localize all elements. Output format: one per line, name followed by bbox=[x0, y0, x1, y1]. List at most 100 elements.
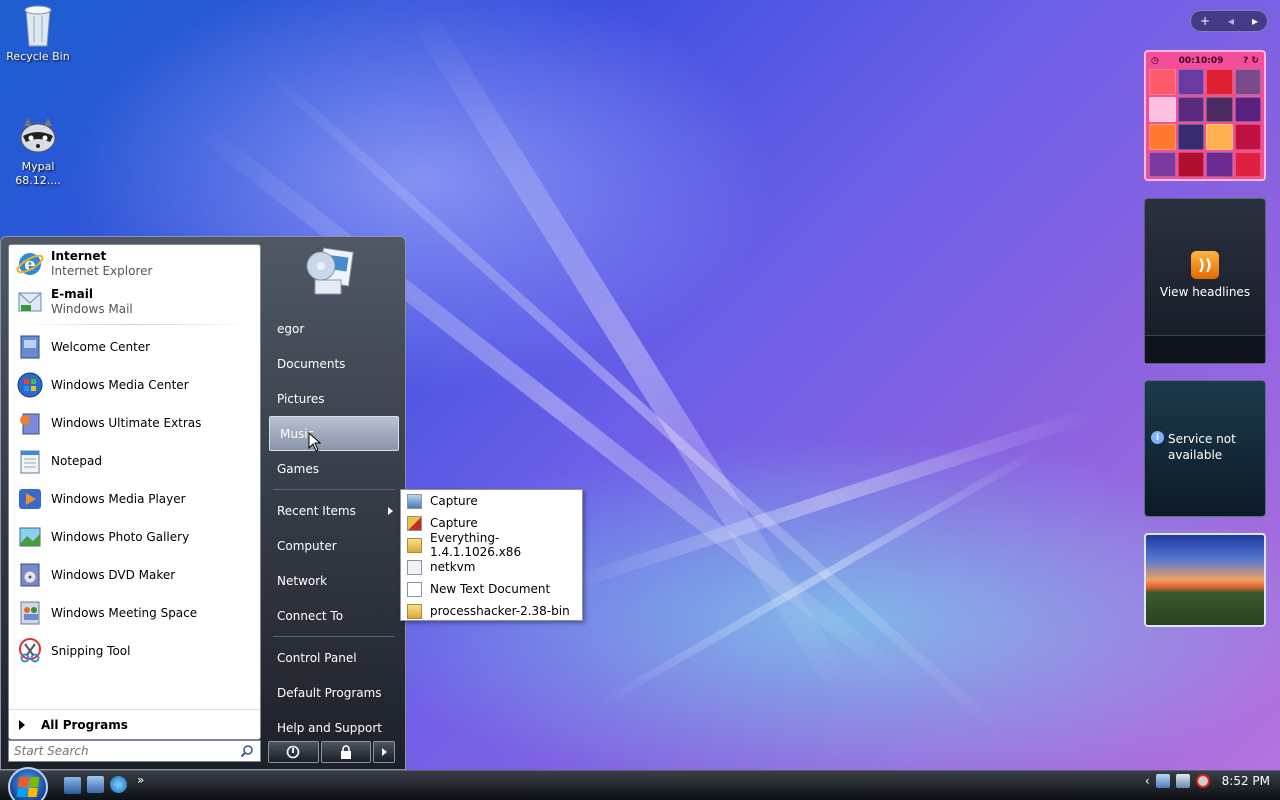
search-icon[interactable] bbox=[240, 744, 254, 758]
start-button[interactable] bbox=[8, 767, 48, 800]
start-search-input[interactable] bbox=[14, 744, 234, 758]
show-hidden-icons-icon[interactable]: ‹ bbox=[1145, 774, 1150, 788]
computer-link[interactable]: Computer bbox=[267, 528, 401, 563]
recent-item[interactable]: Everything-1.4.1.1026.x86 bbox=[403, 531, 580, 559]
picture-puzzle-gadget[interactable]: ◷ 00:10:09 ? ↻ bbox=[1144, 50, 1266, 181]
slideshow-gadget[interactable] bbox=[1144, 533, 1266, 627]
all-programs-label: All Programs bbox=[41, 717, 128, 732]
previous-icon[interactable]: ◂ bbox=[1228, 14, 1234, 28]
games-link[interactable]: Games bbox=[267, 451, 401, 486]
program-snipping-tool[interactable]: Snipping Tool bbox=[9, 632, 260, 670]
recent-item[interactable]: New Text Document bbox=[403, 578, 580, 600]
power-button[interactable] bbox=[268, 741, 319, 763]
start-menu: e Internet Internet Explorer E-mail Wind… bbox=[0, 236, 406, 770]
puzzle-tile[interactable] bbox=[1177, 69, 1204, 95]
program-welcome-center[interactable]: Welcome Center bbox=[9, 328, 260, 366]
program-photo-gallery[interactable]: Windows Photo Gallery bbox=[9, 518, 260, 556]
puzzle-tile[interactable] bbox=[1177, 96, 1204, 122]
desktop-icon-label: Mypal 68.12.... bbox=[15, 160, 61, 187]
dvd-maker-icon bbox=[15, 560, 45, 590]
pinned-internet[interactable]: e Internet Internet Explorer bbox=[9, 245, 260, 283]
pinned-email[interactable]: E-mail Windows Mail bbox=[9, 283, 260, 321]
sidebar-controls: + ◂ ▸ bbox=[1190, 10, 1268, 32]
program-label: Windows Media Center bbox=[51, 378, 189, 392]
connect-to-link[interactable]: Connect To bbox=[267, 598, 401, 633]
shutdown-options-button[interactable] bbox=[373, 741, 395, 763]
puzzle-grid[interactable] bbox=[1149, 69, 1261, 177]
start-search-box[interactable] bbox=[8, 740, 261, 762]
show-desktop-icon[interactable] bbox=[64, 777, 81, 794]
puzzle-tile[interactable] bbox=[1234, 69, 1261, 95]
recent-items-link[interactable]: Recent Items bbox=[267, 493, 401, 528]
program-media-center[interactable]: Windows Media Center bbox=[9, 366, 260, 404]
program-meeting-space[interactable]: Windows Meeting Space bbox=[9, 594, 260, 632]
internet-explorer-icon[interactable] bbox=[110, 776, 127, 793]
puzzle-timer: 00:10:09 bbox=[1178, 56, 1224, 66]
recent-item-label: netkvm bbox=[430, 560, 476, 574]
pinned-subtitle: Internet Explorer bbox=[51, 264, 153, 278]
program-dvd-maker[interactable]: Windows DVD Maker bbox=[9, 556, 260, 594]
triangle-right-icon bbox=[19, 719, 25, 730]
puzzle-tile[interactable] bbox=[1206, 124, 1233, 150]
program-label: Windows Media Player bbox=[51, 492, 186, 506]
control-panel-label: Control Panel bbox=[277, 650, 357, 665]
default-programs-link[interactable]: Default Programs bbox=[267, 675, 401, 710]
separator bbox=[17, 324, 252, 325]
all-programs-button[interactable]: All Programs bbox=[9, 709, 260, 739]
info-icon: i bbox=[1151, 431, 1164, 444]
user-folder-link[interactable]: egor bbox=[267, 311, 401, 346]
switch-windows-icon[interactable] bbox=[87, 776, 104, 793]
program-media-player[interactable]: Windows Media Player bbox=[9, 480, 260, 518]
puzzle-tile[interactable] bbox=[1149, 124, 1176, 150]
next-icon[interactable]: ▸ bbox=[1252, 14, 1258, 28]
add-gadget-icon[interactable]: + bbox=[1200, 14, 1210, 28]
program-notepad[interactable]: Notepad bbox=[9, 442, 260, 480]
photo-gallery-icon bbox=[15, 522, 45, 552]
action-center-icon[interactable] bbox=[1155, 774, 1170, 788]
lock-button[interactable] bbox=[320, 741, 371, 763]
pinned-subtitle: Windows Mail bbox=[51, 302, 133, 316]
puzzle-tile[interactable] bbox=[1177, 151, 1204, 177]
recent-item[interactable]: netkvm bbox=[403, 556, 580, 578]
program-ultimate-extras[interactable]: Windows Ultimate Extras bbox=[9, 404, 260, 442]
clock[interactable]: 8:52 PM bbox=[1222, 774, 1270, 788]
puzzle-tile[interactable] bbox=[1206, 151, 1233, 177]
puzzle-tile[interactable] bbox=[1149, 69, 1176, 95]
puzzle-tile[interactable] bbox=[1234, 124, 1261, 150]
desktop-icon-label: Recycle Bin bbox=[6, 50, 70, 63]
recent-item[interactable]: processhacker-2.38-bin bbox=[403, 600, 580, 622]
puzzle-tile[interactable] bbox=[1149, 151, 1176, 177]
weather-gadget[interactable]: i Service not available bbox=[1144, 380, 1266, 517]
triangle-right-icon bbox=[381, 748, 387, 756]
documents-link[interactable]: Documents bbox=[267, 346, 401, 381]
puzzle-tile[interactable] bbox=[1177, 124, 1204, 150]
rss-feed-icon: )) bbox=[1191, 251, 1219, 279]
volume-muted-icon[interactable] bbox=[1195, 774, 1210, 788]
help-support-link[interactable]: Help and Support bbox=[267, 710, 401, 745]
recent-item[interactable]: Capture bbox=[403, 490, 580, 512]
network-link[interactable]: Network bbox=[267, 563, 401, 598]
puzzle-tile[interactable] bbox=[1234, 96, 1261, 122]
puzzle-tile[interactable] bbox=[1234, 151, 1261, 177]
user-picture[interactable] bbox=[301, 242, 359, 300]
puzzle-tile[interactable] bbox=[1149, 96, 1176, 122]
desktop-icon-mypal[interactable]: Mypal 68.12.... bbox=[4, 116, 72, 188]
mouse-cursor-icon bbox=[308, 432, 322, 452]
puzzle-tile[interactable] bbox=[1206, 69, 1233, 95]
power-icon bbox=[286, 745, 300, 759]
quick-launch-overflow[interactable]: » bbox=[137, 773, 144, 794]
control-panel-link[interactable]: Control Panel bbox=[267, 640, 401, 675]
music-link[interactable]: Music bbox=[269, 416, 399, 451]
puzzle-tile[interactable] bbox=[1206, 96, 1233, 122]
program-label: Windows Photo Gallery bbox=[51, 530, 190, 544]
network-icon[interactable] bbox=[1175, 774, 1190, 788]
user-folder-label: egor bbox=[277, 321, 305, 336]
mypal-raccoon-icon bbox=[18, 116, 58, 156]
help-icon[interactable]: ? ↻ bbox=[1243, 56, 1259, 66]
text-file-icon bbox=[407, 581, 422, 597]
pictures-link[interactable]: Pictures bbox=[267, 381, 401, 416]
view-headlines-link[interactable]: View headlines bbox=[1145, 285, 1265, 299]
program-label: Notepad bbox=[51, 454, 102, 468]
desktop-icon-recycle-bin[interactable]: Recycle Bin bbox=[4, 2, 72, 63]
feed-headlines-gadget[interactable]: )) View headlines bbox=[1144, 198, 1266, 364]
